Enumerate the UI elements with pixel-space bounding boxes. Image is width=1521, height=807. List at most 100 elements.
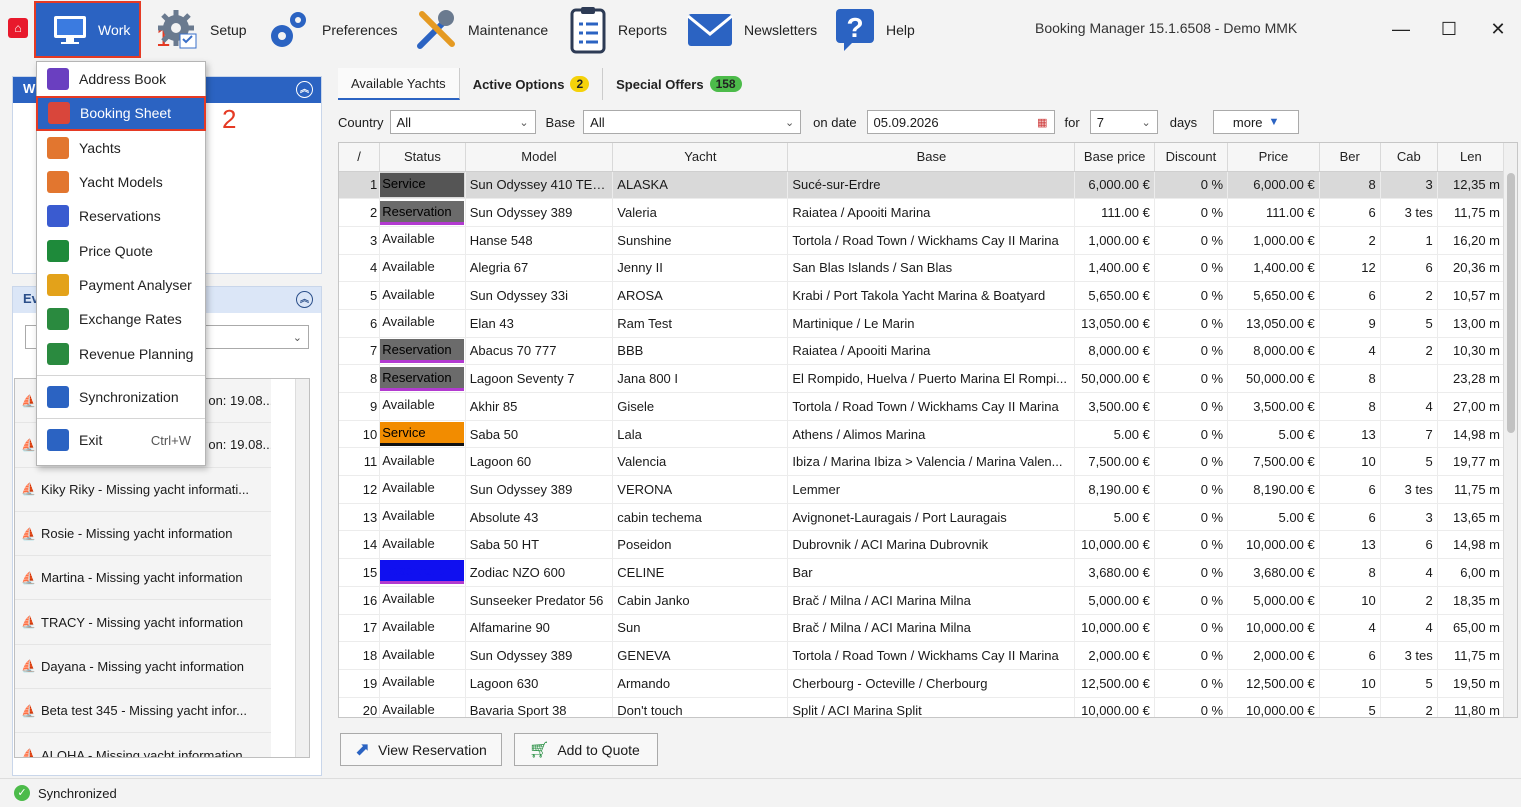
event-list-item[interactable]: ⛵ TRACY - Missing yacht information — [15, 600, 271, 645]
tab-available-yachts[interactable]: Available Yachts — [338, 68, 460, 100]
table-row[interactable]: 18 Available Sun Odyssey 389 GENEVA Tortola … — [339, 641, 1506, 670]
table-row[interactable]: 15 Reservation Zodiac NZO 600 CELINE Bar 3,68… — [339, 558, 1506, 587]
table-row[interactable]: 5 Available Sun Odyssey 33i AROSA Krabi / Po… — [339, 281, 1506, 310]
column-header[interactable]: Len — [1437, 143, 1506, 172]
close-button[interactable]: ✕ — [1483, 14, 1513, 44]
cell-model: Bavaria Sport 38 — [465, 697, 614, 717]
table-row[interactable]: 13 Available Absolute 43 cabin techema Avign… — [339, 503, 1506, 532]
column-header[interactable]: Cab — [1380, 143, 1438, 172]
cell-len: 14,98 m — [1437, 420, 1506, 449]
tab-label: Special Offers — [616, 76, 704, 92]
cell-base: Tortola / Road Town / Wickhams Cay II Ma… — [787, 641, 1076, 670]
table-row[interactable]: 11 Available Lagoon 60 Valencia Ibiza / Mari… — [339, 447, 1506, 477]
help-button[interactable]: ? Help — [834, 0, 915, 60]
events-scrollbar[interactable] — [295, 379, 309, 757]
table-row[interactable]: 12 Available Sun Odyssey 389 VERONA Lemmer 8,… — [339, 475, 1506, 504]
days-select[interactable]: 7 ⌄ — [1089, 110, 1158, 134]
event-list-item[interactable]: ⛵ Rosie - Missing yacht information — [15, 511, 271, 557]
collapse-icon[interactable]: ︽ — [296, 291, 313, 308]
status-cell: Reservation — [379, 198, 466, 227]
table-row[interactable]: 4 Available Alegria 67 Jenny II San Blas Isl… — [339, 254, 1506, 283]
status-cell: Service — [379, 171, 466, 200]
menu-item-yachts[interactable]: Yachts — [37, 131, 205, 165]
menu-item-reservations[interactable]: Reservations — [37, 199, 205, 233]
event-list-item[interactable]: ⛵ Kiky Riky - Missing yacht informati... — [15, 467, 271, 512]
column-header[interactable]: Discount — [1154, 143, 1229, 172]
column-header[interactable]: Status — [379, 143, 466, 172]
table-row[interactable]: 9 Available Akhir 85 Gisele Tortola / Road T… — [339, 392, 1506, 421]
maintenance-button[interactable]: Maintenance — [414, 0, 548, 60]
newsletters-button[interactable]: Newsletters — [686, 0, 817, 60]
menu-item-exchange-rates[interactable]: Exchange Rates — [37, 302, 205, 336]
menu-item-exit[interactable]: Exit Ctrl+W — [37, 423, 205, 457]
column-header[interactable]: Base — [787, 143, 1076, 172]
yacht-icon: ⛵ — [21, 659, 36, 674]
table-row[interactable]: 1 Service Sun Odyssey 410 TEST ALASKA Sucé-s… — [339, 171, 1506, 200]
menu-item-synchronization[interactable]: Synchronization — [37, 380, 205, 414]
event-list-item[interactable]: ⛵ ALOHA - Missing yacht information — [15, 733, 271, 757]
date-input[interactable]: 05.09.2026 ▦ — [866, 110, 1055, 134]
scrollbar-thumb[interactable] — [1507, 173, 1515, 433]
column-header[interactable]: Price — [1227, 143, 1320, 172]
calendar-icon[interactable]: ▦ — [1037, 116, 1047, 129]
table-row[interactable]: 2 Reservation Sun Odyssey 389 Valeria Raiate… — [339, 198, 1506, 227]
table-row[interactable]: 3 Available Hanse 548 Sunshine Tortola / Roa… — [339, 226, 1506, 255]
preferences-button[interactable]: Preferences — [268, 0, 397, 60]
work-button[interactable]: Work — [34, 1, 141, 58]
maximize-button[interactable]: ☐ — [1434, 14, 1464, 44]
menu-item-payment-analyser[interactable]: Payment Analyser — [37, 268, 205, 302]
column-header[interactable]: Model — [465, 143, 614, 172]
table-row[interactable]: 10 Service Saba 50 Lala Athens / Alimos Mari… — [339, 420, 1506, 449]
menu-item-label: Yacht Models — [79, 174, 163, 191]
cell-cab: 3 tes — [1380, 198, 1438, 227]
more-button[interactable]: more ▼ — [1213, 110, 1300, 134]
view-reservation-button[interactable]: ⬈ View Reservation — [340, 733, 502, 766]
cell-bp: 6,000.00 € — [1074, 171, 1155, 200]
setup-button[interactable]: Setup — [156, 0, 247, 60]
cell-ber: 10 — [1319, 447, 1381, 477]
reports-button[interactable]: Reports — [568, 0, 667, 60]
table-row[interactable]: 6 Available Elan 43 Ram Test Martinique / Le… — [339, 309, 1506, 338]
table-row[interactable]: 7 Reservation Abacus 70 777 BBB Raiatea / Ap… — [339, 337, 1506, 366]
cell-ber: 6 — [1319, 281, 1381, 310]
table-row[interactable]: 16 Available Sunseeker Predator 56 Cabin Ja… — [339, 586, 1506, 615]
tab-active-options[interactable]: Active Options 2 — [460, 68, 604, 100]
table-row[interactable]: 8 Reservation Lagoon Seventy 7 Jana 800 I El… — [339, 364, 1506, 393]
cell-len: 6,00 m — [1437, 558, 1506, 587]
menu-item-yacht-models[interactable]: Yacht Models — [37, 165, 205, 199]
cell-len: 20,36 m — [1437, 254, 1506, 283]
cell-bp: 10,000.00 € — [1074, 614, 1155, 643]
country-select[interactable]: All ⌄ — [389, 110, 536, 134]
tab-special-offers[interactable]: Special Offers 158 — [603, 68, 754, 100]
cell-yacht: Sun — [612, 614, 789, 643]
cell-disc: 0 % — [1154, 281, 1229, 310]
column-header[interactable]: / — [339, 143, 381, 172]
arrow-icon: ⬈ — [355, 739, 371, 759]
cell-n: 9 — [339, 392, 381, 421]
cell-n: 8 — [339, 364, 381, 393]
event-text: Dayana - Missing yacht information — [41, 658, 245, 674]
menu-item-revenue-planning[interactable]: Revenue Planning — [37, 336, 205, 370]
menu-item-address-book[interactable]: Address Book — [37, 62, 205, 96]
cell-ber: 8 — [1319, 364, 1381, 393]
event-list-item[interactable]: ⛵ Beta test 345 - Missing yacht infor... — [15, 689, 271, 734]
table-row[interactable]: 20 Available Bavaria Sport 38 Don't touch Sp… — [339, 697, 1506, 717]
menu-item-booking-sheet[interactable]: Booking Sheet — [36, 96, 206, 131]
table-row[interactable]: 19 Available Lagoon 630 Armando Cherbourg - … — [339, 669, 1506, 698]
table-row[interactable]: 17 Available Alfamarine 90 Sun Brač / Milna … — [339, 614, 1506, 643]
column-header[interactable]: Ber — [1319, 143, 1381, 172]
table-row[interactable]: 14 Available Saba 50 HT Poseidon Dubrovnik /… — [339, 530, 1506, 560]
status-text: Synchronized — [38, 785, 117, 801]
collapse-icon[interactable]: ︽ — [296, 81, 313, 98]
status-badge: Service — [380, 172, 465, 197]
table-scrollbar[interactable] — [1503, 143, 1517, 717]
column-header[interactable]: Yacht — [612, 143, 789, 172]
minimize-button[interactable]: — — [1386, 14, 1416, 44]
menu-item-price-quote[interactable]: Price Quote — [37, 233, 205, 267]
base-select[interactable]: All ⌄ — [583, 110, 802, 134]
column-header[interactable]: Base price — [1074, 143, 1155, 172]
event-list-item[interactable]: ⛵ Dayana - Missing yacht information — [15, 644, 271, 690]
add-to-quote-button[interactable]: 🛒︎ Add to Quote — [514, 733, 658, 766]
cell-disc: 0 % — [1154, 226, 1229, 255]
event-list-item[interactable]: ⛵ Martina - Missing yacht information — [15, 556, 271, 601]
